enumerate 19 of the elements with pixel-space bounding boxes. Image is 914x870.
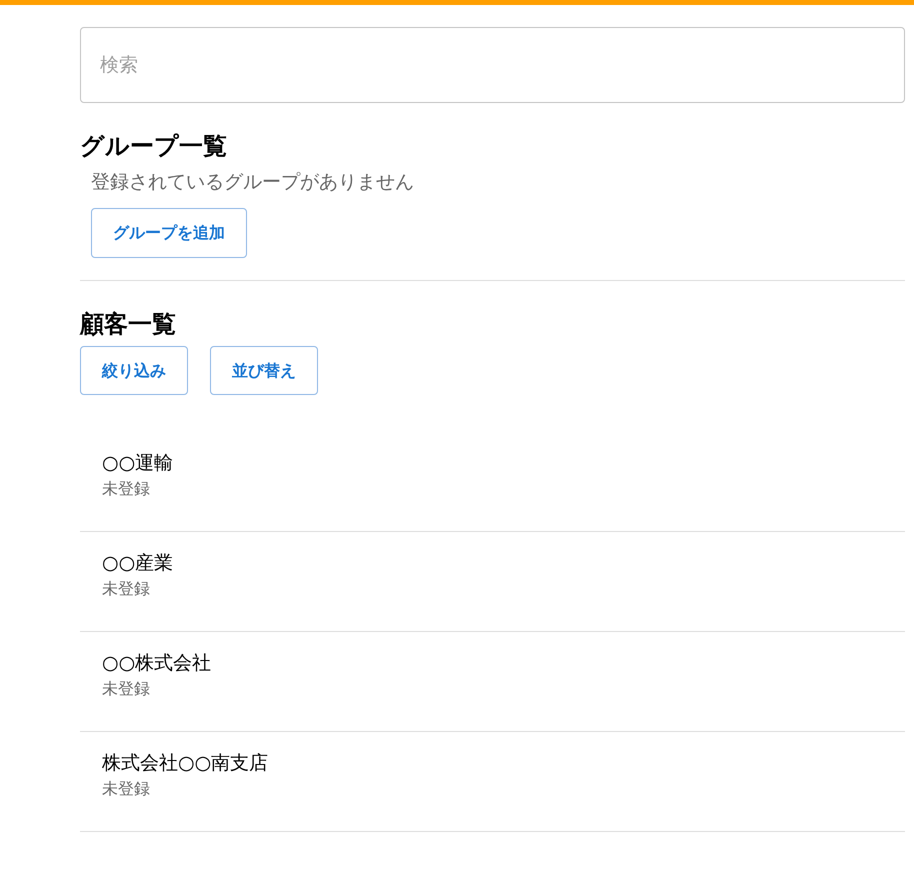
filter-button[interactable]: 絞り込み bbox=[80, 346, 188, 395]
sort-button[interactable]: 並び替え bbox=[210, 346, 318, 395]
customer-item[interactable]: ○○産業 未登録 bbox=[80, 532, 905, 632]
customer-item[interactable]: 株式会社○○南支店 未登録 bbox=[80, 732, 905, 832]
customer-status: 未登録 bbox=[102, 778, 150, 800]
customer-name: 株式会社○○南支店 bbox=[102, 751, 268, 776]
empty-message: 登録されているグループがありません bbox=[91, 170, 415, 195]
section-heading: 顧客一覧 bbox=[80, 309, 177, 340]
customer-status: 未登録 bbox=[102, 478, 150, 500]
search-field[interactable]: 検索 bbox=[80, 27, 905, 103]
customer-status: 未登録 bbox=[102, 578, 150, 600]
customer-name: ○○運輸 bbox=[102, 451, 174, 476]
customer-item[interactable]: ○○株式会社 未登録 bbox=[80, 632, 905, 732]
add-group-button[interactable]: グループを追加 bbox=[91, 208, 247, 258]
customer-name: ○○株式会社 bbox=[102, 651, 212, 676]
customer-item[interactable]: ○○運輸 未登録 bbox=[80, 432, 905, 532]
customer-status: 未登録 bbox=[102, 678, 150, 700]
customer-name: ○○産業 bbox=[102, 551, 174, 576]
section-heading: グループ一覧 bbox=[80, 131, 228, 162]
